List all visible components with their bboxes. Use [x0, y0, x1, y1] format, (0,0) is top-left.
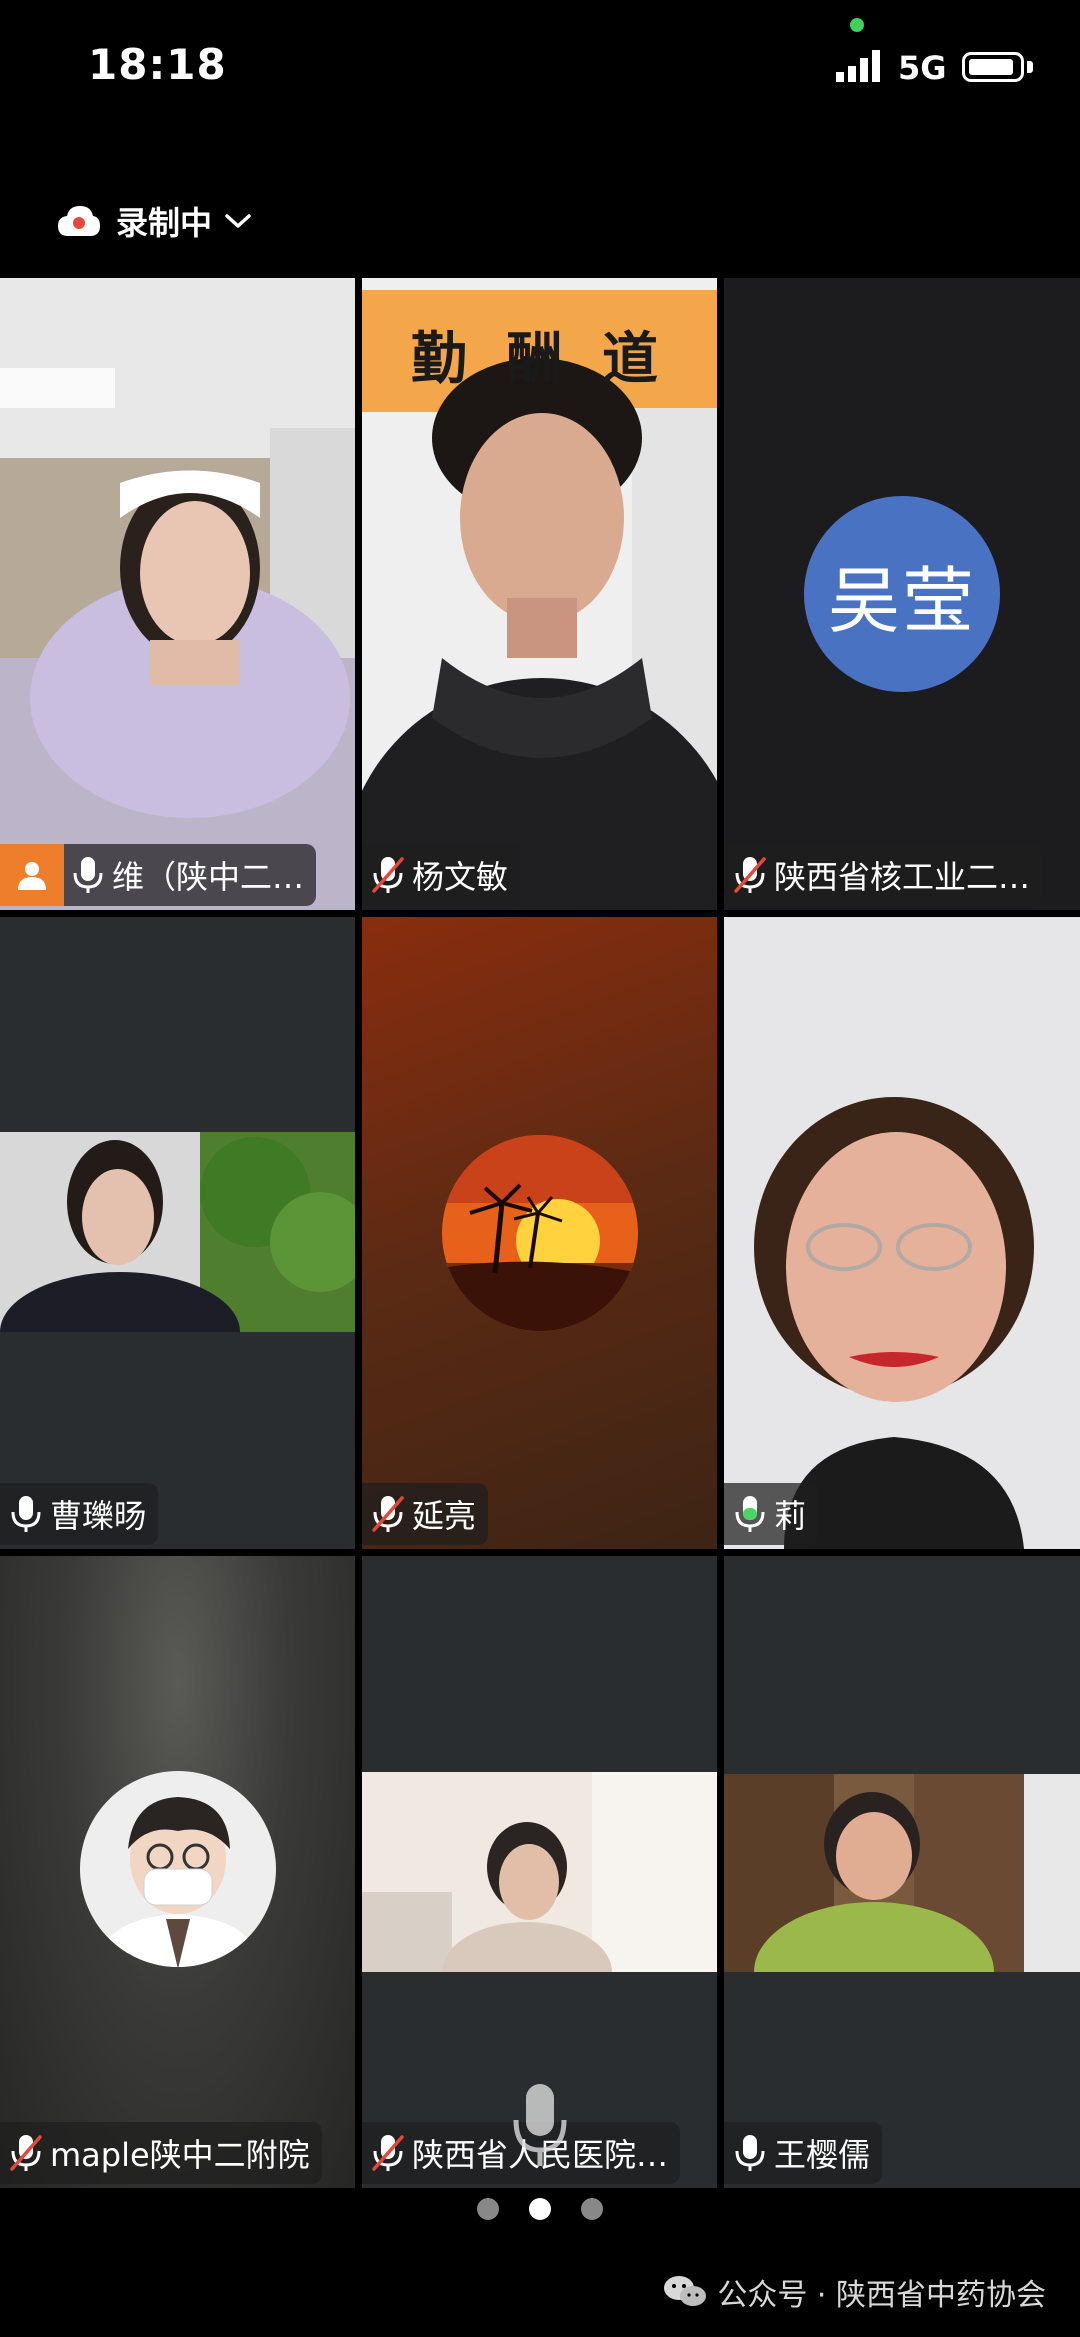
- person-icon: [18, 862, 46, 890]
- watermark-text: 公众号 · 陕西省中药协会: [717, 2278, 1046, 2313]
- avatar: [80, 1771, 276, 1967]
- participant-video: [724, 1774, 1080, 1972]
- avatar: [442, 1135, 638, 1331]
- floating-mic-icon[interactable]: [508, 2080, 572, 2170]
- participant-name: 维（陕中二…: [112, 858, 305, 896]
- participant-tile[interactable]: 曹瓅旸: [0, 917, 355, 1549]
- participant-tile-active[interactable]: 莉: [724, 917, 1080, 1549]
- participant-tile[interactable]: 勤 酬 道 杨文敏: [362, 278, 717, 910]
- watermark: 公众号 · 陕西省中药协会: [663, 2270, 1046, 2314]
- page-dot[interactable]: [581, 2198, 603, 2220]
- participant-tile[interactable]: 王樱儒: [724, 1556, 1080, 2188]
- participant-video: [0, 1132, 355, 1332]
- video-grid: 维（陕中二… 勤 酬 道 杨文敏 吴莹 陕西省核工业二… 曹瓅旸 延亮 莉 ma…: [0, 278, 1080, 2188]
- clock: 18:18: [88, 40, 227, 89]
- cloud-record-icon: [58, 206, 100, 236]
- participant-name-tag: 延亮: [362, 1483, 489, 1545]
- mic-on-icon: [73, 857, 103, 893]
- participant-name-tag: 莉: [724, 1483, 819, 1545]
- participant-tile[interactable]: 维（陕中二…: [0, 278, 355, 910]
- participant-name-tag: 杨文敏: [362, 844, 521, 906]
- wechat-icon: [664, 2276, 707, 2306]
- participant-name: 陕西省核工业二…: [774, 858, 1031, 896]
- chevron-down-icon: [225, 214, 251, 228]
- mic-muted-icon: [372, 2135, 404, 2171]
- page-dot-active[interactable]: [529, 2198, 551, 2220]
- calligraphy-banner: 勤 酬 道: [411, 326, 668, 392]
- mic-on-icon: [735, 2135, 765, 2171]
- participant-name-tag: 陕西省核工业二…: [724, 844, 1043, 906]
- participant-name-tag: 维（陕中二…: [0, 844, 317, 906]
- participant-name: 王樱儒: [774, 2136, 871, 2174]
- mic-speaking-icon: [735, 1496, 765, 1532]
- recording-label: 录制中: [116, 204, 213, 242]
- mic-muted-icon: [734, 857, 766, 893]
- participant-name: 延亮: [412, 1497, 477, 1535]
- signal-icon: [836, 50, 880, 82]
- avatar: 吴莹: [804, 496, 1000, 692]
- participant-video: [362, 1772, 717, 1972]
- page-dot[interactable]: [477, 2198, 499, 2220]
- participant-name-tag: 王樱儒: [724, 2122, 883, 2184]
- participant-name-tag: maple陕中二附院: [0, 2122, 322, 2184]
- status-bar: 18:18 5G: [0, 0, 1080, 140]
- participant-video: [724, 917, 1080, 1549]
- camera-indicator-dot: [850, 18, 864, 32]
- participant-video: [0, 278, 355, 910]
- mic-on-icon: [11, 1496, 41, 1532]
- participant-name: maple陕中二附院: [50, 2136, 310, 2174]
- battery-icon: [962, 52, 1024, 82]
- participant-tile[interactable]: 延亮: [362, 917, 717, 1549]
- battery-cap: [1027, 61, 1033, 73]
- host-badge: [0, 844, 64, 906]
- network-type: 5G: [898, 49, 947, 87]
- participant-tile[interactable]: maple陕中二附院: [0, 1556, 355, 2188]
- mic-muted-icon: [10, 2135, 42, 2171]
- participant-name: 莉: [774, 1497, 807, 1535]
- participant-name-tag: 曹瓅旸: [0, 1483, 159, 1545]
- recording-dropdown[interactable]: 录制中: [56, 196, 252, 246]
- mic-muted-icon: [372, 1496, 404, 1532]
- participant-name: 曹瓅旸: [50, 1497, 147, 1535]
- participant-name: 杨文敏: [412, 858, 509, 896]
- page-indicator[interactable]: [0, 2198, 1080, 2222]
- mic-muted-icon: [372, 857, 404, 893]
- participant-tile[interactable]: 吴莹 陕西省核工业二…: [724, 278, 1080, 910]
